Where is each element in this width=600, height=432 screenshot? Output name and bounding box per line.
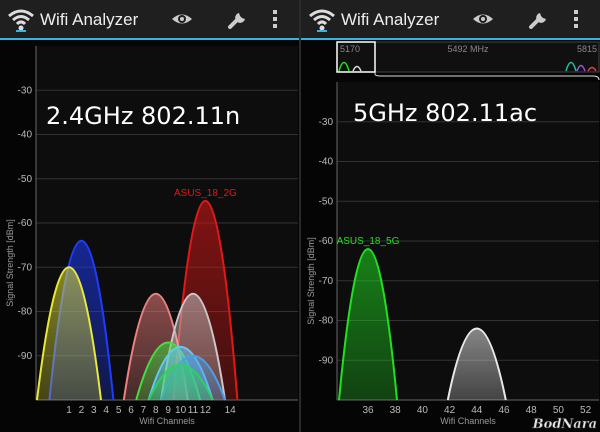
y-tick-label: -90	[319, 355, 334, 366]
x-tick-label: 10	[175, 405, 187, 416]
y-tick-label: -80	[319, 316, 334, 327]
x-tick-label: 6	[128, 405, 134, 416]
band-label: 5GHz 802.11ac	[353, 99, 537, 127]
x-tick-label: 38	[390, 405, 402, 416]
network-label: ASUS_18_2G	[174, 188, 237, 199]
network-label: ASUS_18_5G	[337, 236, 400, 247]
x-tick-label: 42	[444, 405, 456, 416]
action-bar: Wifi Analyzer	[0, 0, 299, 40]
x-tick-label: 11	[188, 405, 199, 416]
overview-start-label: 5170	[340, 44, 360, 54]
y-tick-label: -30	[319, 117, 334, 128]
overview-mid-label: 5492 MHz	[447, 44, 489, 54]
x-tick-label: 8	[153, 405, 159, 416]
wifi-app-icon[interactable]	[6, 6, 36, 32]
left-screen: Wifi Analyzer -30 -40 -50 -60 -70 -80 -90 1 2 3 4 5…	[0, 0, 299, 432]
x-tick-label: 12	[200, 405, 212, 416]
x-axis-label: Wifi Channels	[139, 416, 195, 426]
x-tick-label: 40	[417, 405, 429, 416]
app-title: Wifi Analyzer	[341, 10, 440, 29]
eye-icon[interactable]	[471, 7, 495, 31]
y-tick-label: -70	[319, 276, 334, 287]
y-tick-label: -80	[18, 307, 33, 318]
y-tick-label: -40	[18, 130, 33, 141]
x-axis-label: Wifi Channels	[440, 416, 496, 426]
x-tick-label: 2	[79, 405, 85, 416]
y-tick-label: -40	[319, 157, 334, 168]
signal-chart-2g: -30-40-50-60-70-80-901 2 3 4 5 6 7 8 9 10 11 12 14Si…	[5, 46, 298, 426]
x-tick-label: 50	[553, 405, 565, 416]
x-tick-label: 44	[471, 405, 483, 416]
x-tick-label: 48	[526, 405, 538, 416]
band-label: 2.4GHz 802.11n	[46, 102, 240, 130]
wrench-icon[interactable]	[527, 7, 551, 31]
x-tick-label: 9	[165, 405, 171, 416]
y-tick-label: -50	[18, 174, 33, 185]
right-screen: Wifi Analyzer -30 -40 -50 -60 -70 -80 -90 36 38 4…	[301, 0, 600, 432]
x-tick-label: 5	[116, 405, 122, 416]
eye-icon[interactable]	[170, 7, 194, 31]
x-tick-label: 1	[66, 405, 72, 416]
x-tick-label: 46	[498, 405, 510, 416]
x-tick-label: 4	[103, 405, 109, 416]
app-title: Wifi Analyzer	[40, 10, 139, 29]
y-tick-label: -70	[18, 262, 33, 273]
signal-chart-5g: -30 -40 -50 -60 -70 -80 -90 36 38 40 42 44 46 48 50 52 S…	[306, 41, 600, 432]
x-tick-label: 14	[225, 405, 237, 416]
action-bar: Wifi Analyzer	[301, 0, 600, 40]
overflow-menu-icon[interactable]	[268, 7, 282, 31]
watermark-logo: BodNara	[532, 417, 597, 432]
wrench-icon[interactable]	[226, 7, 250, 31]
y-axis-label: Signal Strength [dBm]	[5, 219, 15, 307]
y-tick-label: -30	[18, 85, 33, 96]
x-tick-label: 52	[580, 405, 592, 416]
y-tick-label: -60	[18, 218, 33, 229]
x-tick-label: 7	[141, 405, 147, 416]
y-tick-label: -50	[319, 196, 334, 207]
x-tick-label: 3	[91, 405, 97, 416]
overflow-menu-icon[interactable]	[569, 7, 583, 31]
y-tick-label: -90	[18, 351, 33, 362]
x-tick-label: 36	[362, 405, 374, 416]
y-axis-label: Signal Strength [dBm]	[306, 237, 316, 325]
overview-end-label: 5815	[577, 44, 597, 54]
wifi-app-icon[interactable]	[307, 6, 337, 32]
overview-connector	[374, 72, 600, 81]
y-tick-label: -60	[319, 236, 334, 247]
